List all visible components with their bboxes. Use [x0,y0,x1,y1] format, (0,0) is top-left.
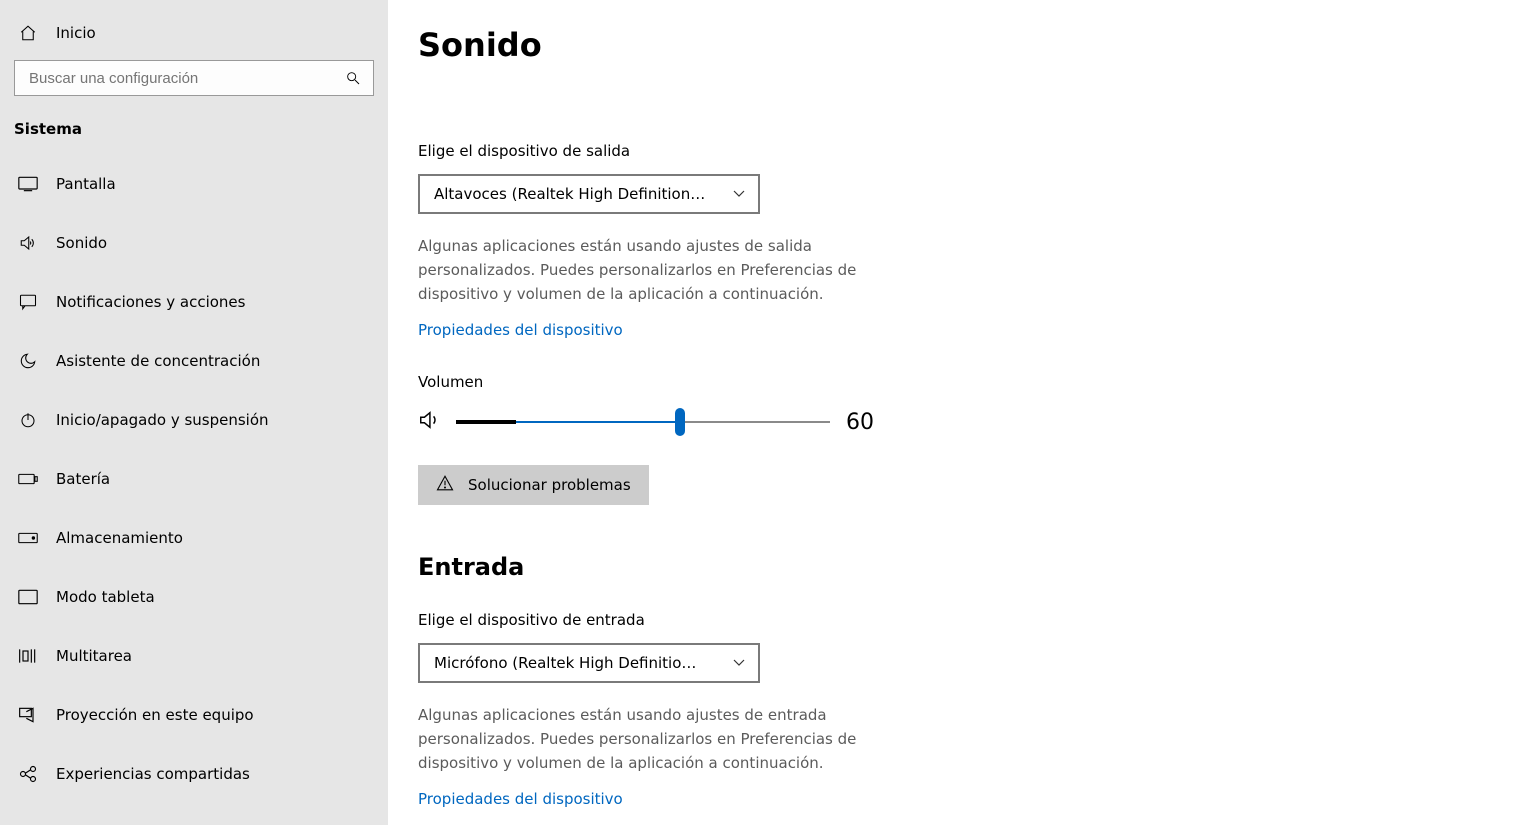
sidebar-item-label: Pantalla [56,175,116,193]
sidebar-item-label: Proyección en este equipo [56,706,254,724]
power-icon [18,411,38,429]
notifications-icon [18,293,38,311]
nav-home-label: Inicio [56,24,96,42]
sidebar-item-concentracion[interactable]: Asistente de concentración [0,331,388,390]
chevron-down-icon [732,185,746,203]
output-device-value: Altavoces (Realtek High Definition… [434,185,705,203]
sidebar-item-pantalla[interactable]: Pantalla [0,154,388,213]
sidebar-item-label: Experiencias compartidas [56,765,250,783]
storage-icon [18,532,38,544]
moon-icon [18,352,38,370]
battery-icon [18,472,38,486]
output-device-dropdown[interactable]: Altavoces (Realtek High Definition… [418,174,760,214]
sidebar-item-notificaciones[interactable]: Notificaciones y acciones [0,272,388,331]
sidebar-item-experiencias[interactable]: Experiencias compartidas [0,744,388,803]
search-input[interactable] [29,70,343,87]
slider-thumb[interactable] [675,408,685,436]
search-icon [343,70,363,86]
sidebar-item-sonido[interactable]: Sonido [0,213,388,272]
home-icon [18,24,38,42]
shared-icon [18,765,38,783]
sidebar-item-label: Inicio/apagado y suspensión [56,411,269,429]
project-icon [18,706,38,724]
nav-home[interactable]: Inicio [0,14,388,52]
display-icon [18,176,38,192]
sidebar-nav: Pantalla Sonido Notificaciones y accione… [0,154,388,803]
input-section-label: Elige el dispositivo de entrada [418,611,1538,629]
tablet-icon [18,589,38,605]
input-device-dropdown[interactable]: Micrófono (Realtek High Definitio… [418,643,760,683]
sidebar-item-multitarea[interactable]: Multitarea [0,626,388,685]
slider-low [456,420,516,424]
sidebar-item-label: Asistente de concentración [56,352,260,370]
output-device-properties-link[interactable]: Propiedades del dispositivo [418,321,623,339]
sidebar-item-label: Modo tableta [56,588,155,606]
volume-value: 60 [846,410,874,435]
sidebar-item-inicio-apagado[interactable]: Inicio/apagado y suspensión [0,390,388,449]
sidebar-item-label: Batería [56,470,110,488]
search-container [0,52,388,108]
multitask-icon [18,647,38,665]
sidebar-item-label: Multitarea [56,647,132,665]
input-heading: Entrada [418,553,1538,581]
output-description: Algunas aplicaciones están usando ajuste… [418,234,888,306]
sidebar-item-modo-tableta[interactable]: Modo tableta [0,567,388,626]
volume-label: Volumen [418,373,1538,391]
output-section-label: Elige el dispositivo de salida [418,142,1538,160]
sidebar-category: Sistema [0,108,388,154]
sound-icon [18,234,38,252]
speaker-icon [418,409,440,435]
input-description: Algunas aplicaciones están usando ajuste… [418,703,888,775]
sidebar-item-almacenamiento[interactable]: Almacenamiento [0,508,388,567]
sidebar-item-proyeccion[interactable]: Proyección en este equipo [0,685,388,744]
input-device-value: Micrófono (Realtek High Definitio… [434,654,696,672]
search-input-wrap[interactable] [14,60,374,96]
sidebar-item-label: Notificaciones y acciones [56,293,245,311]
chevron-down-icon [732,654,746,672]
volume-slider[interactable] [456,410,830,434]
sidebar-item-bateria[interactable]: Batería [0,449,388,508]
warning-icon [436,474,454,496]
page-title: Sonido [418,26,1538,64]
sidebar-item-label: Sonido [56,234,107,252]
sidebar: Inicio Sistema Pantalla Sonido Notificac… [0,0,388,825]
troubleshoot-button[interactable]: Solucionar problemas [418,465,649,505]
input-device-properties-link[interactable]: Propiedades del dispositivo [418,790,623,808]
main-content: Sonido Elige el dispositivo de salida Al… [388,0,1538,825]
troubleshoot-label: Solucionar problemas [468,476,631,494]
volume-row: 60 [418,409,1538,435]
sidebar-item-label: Almacenamiento [56,529,183,547]
